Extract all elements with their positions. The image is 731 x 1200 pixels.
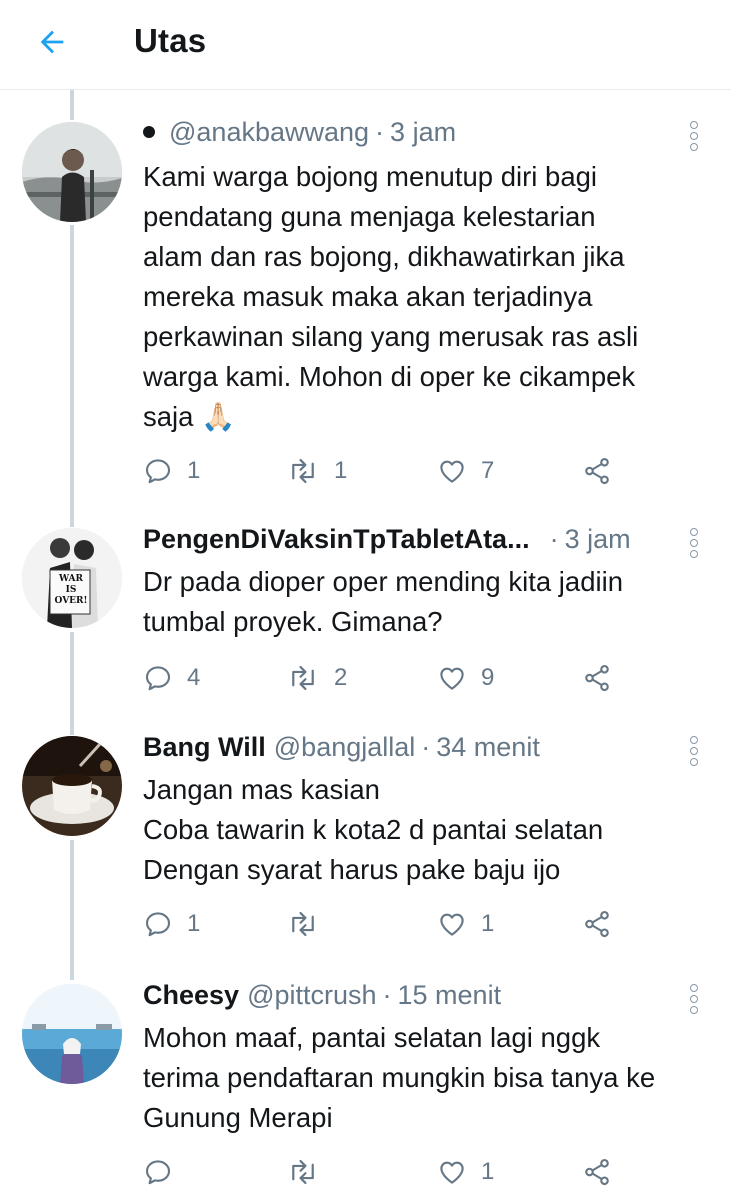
share-icon [585,910,609,938]
tweet-text-line: Dengan syarat harus pake baju ijo [143,854,561,885]
heart-icon [440,1161,464,1184]
tweet-text-line: mereka masuk maka akan terjadinya [143,281,593,312]
user-handle[interactable]: @anakbawwang [169,117,369,148]
tweet-text-line: pendatang guna menjaga kelestarian [143,201,596,232]
tweet-text-line: perkawinan silang yang merusak ras asli [143,321,639,352]
tweet-actions: 4 2 9 [143,658,623,698]
tweet-text-line: Gunung Merapi [143,1102,333,1133]
tweet-header: PengenDiVaksinTpTabletAta... · 3 jam [143,524,671,560]
reply-count: 4 [187,664,201,691]
share-icon [585,457,609,485]
share-icon [585,1158,609,1186]
separator: · [549,524,559,554]
tweet-actions: 1 1 [143,904,623,944]
share-button[interactable] [582,904,612,944]
timestamp[interactable]: 3 jam [565,524,631,555]
retweet-button[interactable]: 1 [286,451,347,491]
retweet-button[interactable]: 2 [286,658,347,698]
tweet-text: Kami warga bojong menutup diri bagi pend… [143,157,711,437]
user-name[interactable]: PengenDiVaksinTpTabletAta... [143,524,530,555]
tweet[interactable]: Bang Will @bangjallal · 34 menit Jangan … [0,728,731,976]
like-count: 7 [481,457,495,484]
tweet[interactable]: WAR IS OVER! PengenDiVaksinTpTabletAta..… [0,520,731,728]
tweet-actions: 1 1 7 [143,451,623,491]
avatar[interactable]: WAR IS OVER! [22,528,122,628]
more-options-button[interactable] [687,121,701,151]
tweet-text-line: Dr pada dioper oper mending kita jadiin [143,566,624,597]
reply-icon [145,1160,171,1185]
timestamp[interactable]: 3 jam [390,117,456,148]
tweet-text-line: Mohon maaf, pantai selatan lagi nggk [143,1022,601,1053]
tweet-text: Dr pada dioper oper mending kita jadiin … [143,562,711,642]
reply-icon [145,666,171,691]
tweet-header: @anakbawwang · 3 jam [143,117,671,153]
heart-icon [440,913,464,936]
tweet-text: Mohon maaf, pantai selatan lagi nggk ter… [143,1018,711,1138]
like-count: 1 [481,910,495,937]
tweet-text-line: Kami warga bojong menutup diri bagi [143,161,598,192]
reply-button[interactable]: 1 [143,904,200,944]
tweet-text-line: saja 🙏🏻 [143,401,236,432]
heart-icon [440,667,464,690]
separator: · [375,117,385,147]
retweet-count: 2 [334,664,348,691]
share-button[interactable] [582,1152,612,1192]
tweet-text-line: warga kami. Mohon di oper ke cikampek [143,361,636,392]
like-count: 1 [481,1158,495,1185]
retweet-count: 1 [334,457,348,484]
tweet[interactable]: @anakbawwang · 3 jam Kami warga bojong m… [0,0,731,520]
like-button[interactable]: 9 [437,658,494,698]
user-handle[interactable]: @bangjallal [274,732,416,763]
more-options-button[interactable] [687,984,701,1014]
tweet-text-line: Coba tawarin k kota2 d pantai selatan [143,814,604,845]
more-options-button[interactable] [687,528,701,558]
share-button[interactable] [582,658,612,698]
like-button[interactable]: 7 [437,451,494,491]
like-button[interactable]: 1 [437,1152,494,1192]
more-options-button[interactable] [687,736,701,766]
like-count: 9 [481,664,495,691]
share-icon [585,664,609,692]
avatar[interactable] [22,984,122,1084]
timestamp[interactable]: 34 menit [436,732,540,763]
user-handle[interactable]: @pittcrush [247,980,376,1011]
like-button[interactable]: 1 [437,904,494,944]
status-dot [143,126,155,138]
tweet-text: Jangan mas kasian Coba tawarin k kota2 d… [143,770,711,890]
retweet-icon [292,911,314,937]
user-name[interactable]: Cheesy [143,980,239,1011]
tweet-text-line: Jangan mas kasian [143,774,380,805]
reply-button[interactable]: 1 [143,451,200,491]
user-name[interactable]: Bang Will [143,732,266,763]
tweet-text-line: tumbal proyek. Gimana? [143,606,443,637]
tweet-header: Bang Will @bangjallal · 34 menit [143,732,671,768]
tweet-actions: 1 [143,1152,623,1192]
retweet-button[interactable] [286,904,334,944]
retweet-icon [292,665,314,691]
reply-icon [145,459,171,484]
tweet-text-line: alam dan ras bojong, dikhawatirkan jika [143,241,625,272]
avatar[interactable] [22,736,122,836]
reply-icon [145,912,171,937]
avatar-sign-text: WAR IS OVER! [54,574,88,606]
tweet[interactable]: Cheesy @pittcrush · 15 menit Mohon maaf,… [0,976,731,1200]
tweet-header: Cheesy @pittcrush · 15 menit [143,980,671,1016]
retweet-icon [292,458,314,484]
heart-icon [440,460,464,483]
avatar[interactable] [22,122,122,222]
reply-count: 1 [187,910,201,937]
reply-button[interactable] [143,1152,187,1192]
separator: · [382,980,392,1010]
tweet-text-line: terima pendaftaran mungkin bisa tanya ke [143,1062,656,1093]
reply-count: 1 [187,457,201,484]
share-button[interactable] [582,451,612,491]
separator: · [421,732,431,762]
reply-button[interactable]: 4 [143,658,200,698]
retweet-button[interactable] [286,1152,334,1192]
retweet-icon [292,1159,314,1185]
timestamp[interactable]: 15 menit [398,980,502,1011]
